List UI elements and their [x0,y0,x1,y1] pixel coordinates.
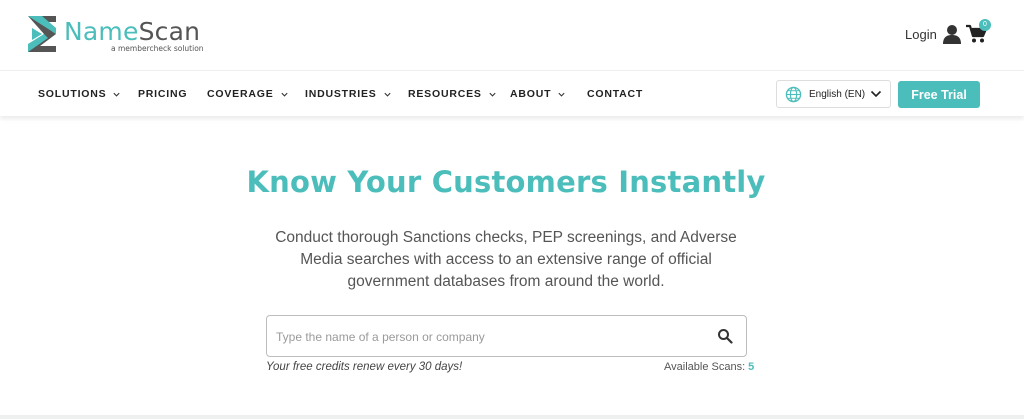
nav-item-coverage[interactable]: COVERAGE [207,88,289,100]
nav-item-label: ABOUT [510,88,552,100]
nav-item-label: RESOURCES [408,88,482,100]
nav-item-about[interactable]: ABOUT [510,88,566,100]
top-header: NameScan a membercheck solution Login 0 [0,0,1024,70]
language-selected: English (EN) [809,88,866,100]
cart-count-badge: 0 [979,19,991,31]
globe-icon [785,86,802,102]
available-scans-count: 5 [748,361,755,373]
brand-name-part2: Scan [138,17,201,46]
language-select[interactable]: English (EN) [776,80,891,108]
main-nav: SOLUTIONS PRICING COVERAGE INDUSTRIES RE… [0,70,1024,116]
user-icon [942,25,961,44]
hero-title: Know Your Customers Instantly [246,165,766,199]
nav-item-contact[interactable]: CONTACT [587,88,643,100]
section-divider [0,415,1024,419]
chevron-down-icon [870,90,882,98]
nav-item-label: COVERAGE [207,88,274,100]
nav-item-label: CONTACT [587,88,644,100]
nav-item-industries[interactable]: INDUSTRIES [305,88,392,100]
nav-item-solutions[interactable]: SOLUTIONS [38,88,121,100]
brand-name: NameScan [64,18,200,46]
nav-item-label: SOLUTIONS [38,88,107,100]
nav-item-pricing[interactable]: PRICING [138,88,187,100]
chevron-down-icon [558,92,565,97]
brand-tagline: a membercheck solution [111,44,204,53]
search-input[interactable] [276,327,706,347]
credits-note: Your free credits renew every 30 days! [266,361,463,373]
nav-item-label: PRICING [138,88,188,100]
search-icon[interactable] [717,328,733,344]
hero-subtitle: Conduct thorough Sanctions checks, PEP s… [275,229,737,290]
chevron-down-icon [280,92,288,97]
brand-logo[interactable]: NameScan a membercheck solution [26,14,206,56]
logo-mark-icon [28,16,56,52]
login-link[interactable]: Login [905,24,962,44]
nav-item-resources[interactable]: RESOURCES [408,88,497,100]
chevron-down-icon [113,92,121,97]
nav-item-label: INDUSTRIES [305,88,377,100]
brand-name-part1: Name [64,17,139,46]
available-scans: Available Scans: 5 [664,361,754,373]
available-scans-label: Available Scans: [664,361,746,373]
free-trial-button[interactable]: Free Trial [898,81,980,108]
login-label: Login [905,26,937,42]
chevron-down-icon [489,92,496,97]
chevron-down-icon [384,92,391,97]
search-box [266,315,747,357]
